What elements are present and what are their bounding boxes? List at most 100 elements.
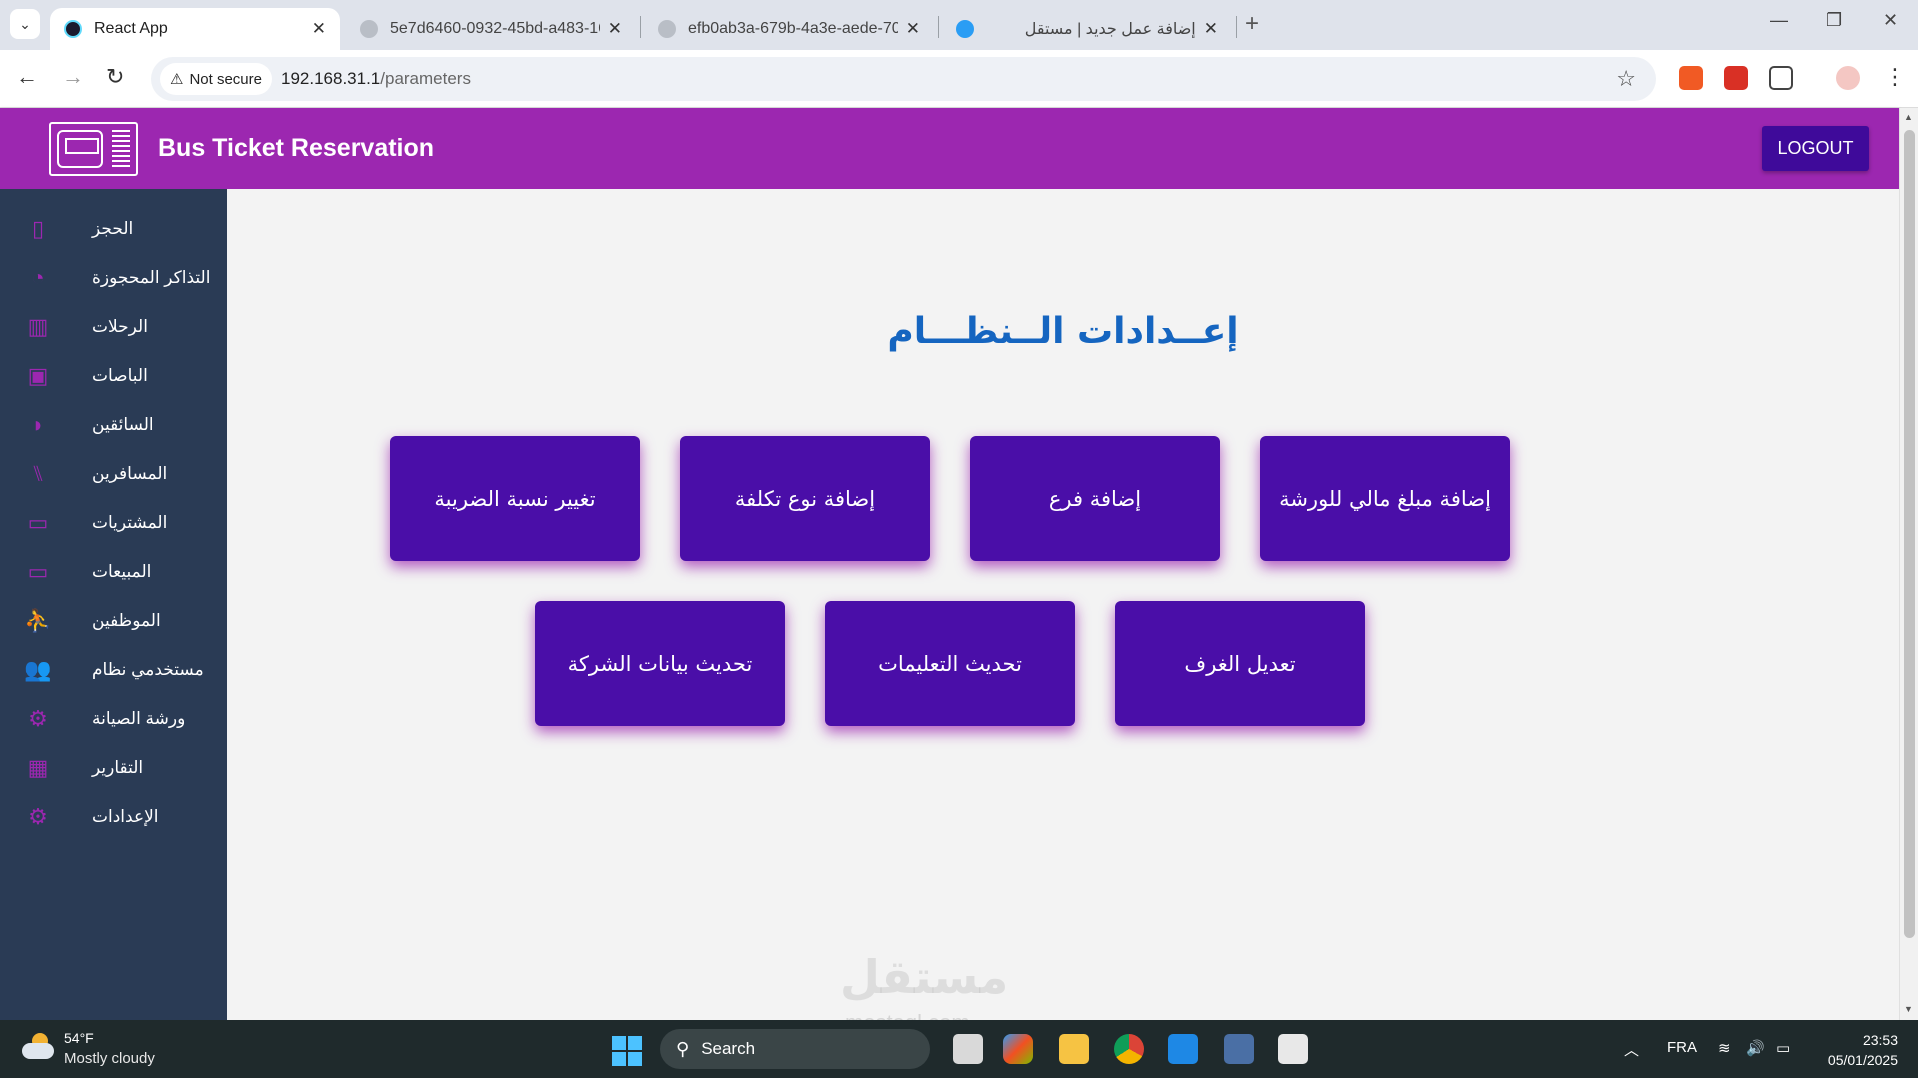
sidebar-item-label: ورشة الصيانة [92, 709, 186, 728]
add-branch-button[interactable]: إضافة فرع [970, 436, 1220, 561]
task-view-icon[interactable] [953, 1034, 983, 1064]
close-icon[interactable]: ✕ [608, 19, 622, 39]
url-path: /parameters [380, 69, 471, 88]
taskbar-search[interactable]: ⚲ Search [660, 1029, 930, 1069]
restore-button[interactable]: ❐ [1826, 10, 1842, 31]
sidebar-item-sales[interactable]: ▭ المبيعات [0, 548, 227, 596]
browser-menu-icon[interactable]: ⋮ [1884, 64, 1906, 90]
sidebar-item-label: الموظفين [92, 611, 161, 630]
minimize-button[interactable]: — [1770, 10, 1788, 31]
update-instructions-button[interactable]: تحديث التعليمات [825, 601, 1075, 726]
sidebar-item-employees[interactable]: ⛹ الموظفين [0, 597, 227, 645]
sidebar-item-booked-tickets[interactable]: ◔ التذاكر المحجوزة [0, 254, 227, 302]
sidebar-item-label: الباصات [92, 366, 148, 385]
scroll-thumb[interactable] [1904, 130, 1915, 938]
extension-lightning-icon[interactable] [1679, 66, 1703, 90]
copilot-icon[interactable] [1003, 1034, 1033, 1064]
address-bar[interactable]: ⚠ Not secure 192.168.31.1/parameters ☆ [151, 57, 1656, 101]
globe-icon [658, 20, 676, 38]
file-explorer-icon[interactable] [1059, 1034, 1089, 1064]
reload-button[interactable]: ↻ [106, 64, 124, 90]
sidebar-item-passengers[interactable]: ⑊ المسافرين [0, 450, 227, 498]
sidebar-item-settings[interactable]: ⚙ الإعدادات [0, 793, 227, 841]
users-icon: 👥 [24, 657, 52, 682]
sidebar-item-label: التذاكر المحجوزة [92, 268, 211, 287]
extensions-puzzle-icon[interactable] [1769, 66, 1793, 90]
browser-tabstrip: ⌄ React App ✕ 5e7d6460-0932-45bd-a483-16… [0, 0, 1918, 50]
battery-icon[interactable]: ▭ [1776, 1039, 1790, 1057]
window-close-button[interactable]: ✕ [1883, 10, 1898, 31]
new-tab-button[interactable]: + [1245, 10, 1259, 38]
update-company-data-button[interactable]: تحديث بيانات الشركة [535, 601, 785, 726]
tab-title: efb0ab3a-679b-4a3e-aede-705 [688, 20, 898, 37]
chevron-down-icon: ⌄ [19, 15, 31, 32]
weather-temperature[interactable]: 54°F [64, 1030, 94, 1046]
input-language[interactable]: FRA [1667, 1039, 1697, 1056]
sidebar-item-label: الإعدادات [92, 807, 159, 826]
tab-uuid-2[interactable]: efb0ab3a-679b-4a3e-aede-705 ✕ [644, 8, 934, 50]
wifi-icon[interactable]: ≋ [1718, 1039, 1731, 1057]
bus-ticket-logo-icon [49, 122, 138, 176]
snipping-tool-icon[interactable] [1278, 1034, 1308, 1064]
tab-divider [640, 16, 641, 38]
employee-icon: ⛹ [24, 608, 52, 633]
sidebar-item-trips[interactable]: ▥ الرحلات [0, 303, 227, 351]
windows-taskbar: 54°F Mostly cloudy ⚲ Search ︿ FRA ≋ 🔊 ▭ … [0, 1020, 1918, 1078]
driver-icon: ◗ [31, 412, 45, 437]
tab-divider [1236, 16, 1237, 38]
close-icon[interactable]: ✕ [312, 19, 326, 39]
sidebar-item-booking[interactable]: ▯ الحجز [0, 205, 227, 253]
sidebar-item-label: مستخدمي نظام [92, 660, 204, 679]
main-content: إعــدادات الــنظـــام تغيير نسبة الضريبة… [227, 189, 1899, 1020]
security-chip[interactable]: ⚠ Not secure [160, 63, 272, 95]
vscode-icon[interactable] [1168, 1034, 1198, 1064]
page-scrollbar[interactable]: ▲ ▼ [1899, 108, 1918, 1020]
volume-icon[interactable]: 🔊 [1746, 1039, 1765, 1057]
search-icon: ⚲ [676, 1038, 690, 1059]
sidebar-item-purchases[interactable]: ▭ المشتريات [0, 499, 227, 547]
weather-cloudy-icon[interactable] [22, 1033, 54, 1061]
windows-start-icon[interactable] [612, 1036, 642, 1066]
bookmark-star-icon[interactable]: ☆ [1616, 66, 1636, 92]
tab-uuid-1[interactable]: 5e7d6460-0932-45bd-a483-16 ✕ [346, 8, 636, 50]
forward-button[interactable]: → [62, 64, 84, 90]
browser-toolbar: ← → ↻ ⚠ Not secure 192.168.31.1/paramete… [0, 50, 1918, 108]
sidebar-item-label: السائقين [92, 415, 154, 434]
phone-booking-icon: ▯ [31, 216, 45, 241]
chevron-up-icon[interactable]: ︿ [1624, 1039, 1639, 1060]
sidebar-item-label: المشتريات [92, 513, 168, 532]
app-icon[interactable] [1224, 1034, 1254, 1064]
back-button[interactable]: ← [16, 64, 38, 90]
tab-search-button[interactable]: ⌄ [10, 9, 40, 39]
close-icon[interactable]: ✕ [906, 19, 920, 39]
sidebar-item-label: الحجز [92, 219, 134, 238]
sidebar: ▯ الحجز ◔ التذاكر المحجوزة ▥ الرحلات ▣ ا… [0, 189, 227, 1020]
security-label: Not secure [189, 70, 262, 88]
sidebar-item-reports[interactable]: ▦ التقارير [0, 744, 227, 792]
credit-card-icon: ▭ [27, 510, 49, 535]
url-text[interactable]: 192.168.31.1/parameters [281, 69, 471, 89]
sidebar-item-drivers[interactable]: ◗ السائقين [0, 401, 227, 449]
clock-time: 23:53 [1862, 1032, 1898, 1048]
weather-description[interactable]: Mostly cloudy [64, 1050, 155, 1067]
close-icon[interactable]: ✕ [1204, 19, 1218, 39]
add-workshop-amount-button[interactable]: إضافة مبلغ مالي للورشة [1260, 436, 1510, 561]
system-clock[interactable]: 23:53 05/01/2025 [1818, 1030, 1898, 1070]
sidebar-item-label: المسافرين [92, 464, 168, 483]
sidebar-item-buses[interactable]: ▣ الباصات [0, 352, 227, 400]
edit-rooms-button[interactable]: تعديل الغرف [1115, 601, 1365, 726]
profile-avatar[interactable] [1836, 66, 1860, 90]
passenger-seat-icon: ⑊ [31, 461, 45, 486]
add-cost-type-button[interactable]: إضافة نوع تكلفة [680, 436, 930, 561]
logout-button[interactable]: LOGOUT [1762, 126, 1869, 171]
chrome-icon[interactable] [1114, 1034, 1144, 1064]
change-tax-rate-button[interactable]: تغيير نسبة الضريبة [390, 436, 640, 561]
tab-react-app[interactable]: React App ✕ [50, 8, 340, 50]
extension-cat-icon[interactable] [1724, 66, 1748, 90]
tab-mostaql[interactable]: إضافة عمل جديد | مستقل ✕ [942, 8, 1232, 50]
scroll-down-icon[interactable]: ▼ [1904, 1004, 1913, 1014]
scroll-up-icon[interactable]: ▲ [1904, 112, 1913, 122]
sidebar-item-system-users[interactable]: 👥 مستخدمي نظام [0, 646, 227, 694]
page-title: إعــدادات الــنظـــام [887, 311, 1239, 352]
sidebar-item-maintenance[interactable]: ⚙ ورشة الصيانة [0, 695, 227, 743]
